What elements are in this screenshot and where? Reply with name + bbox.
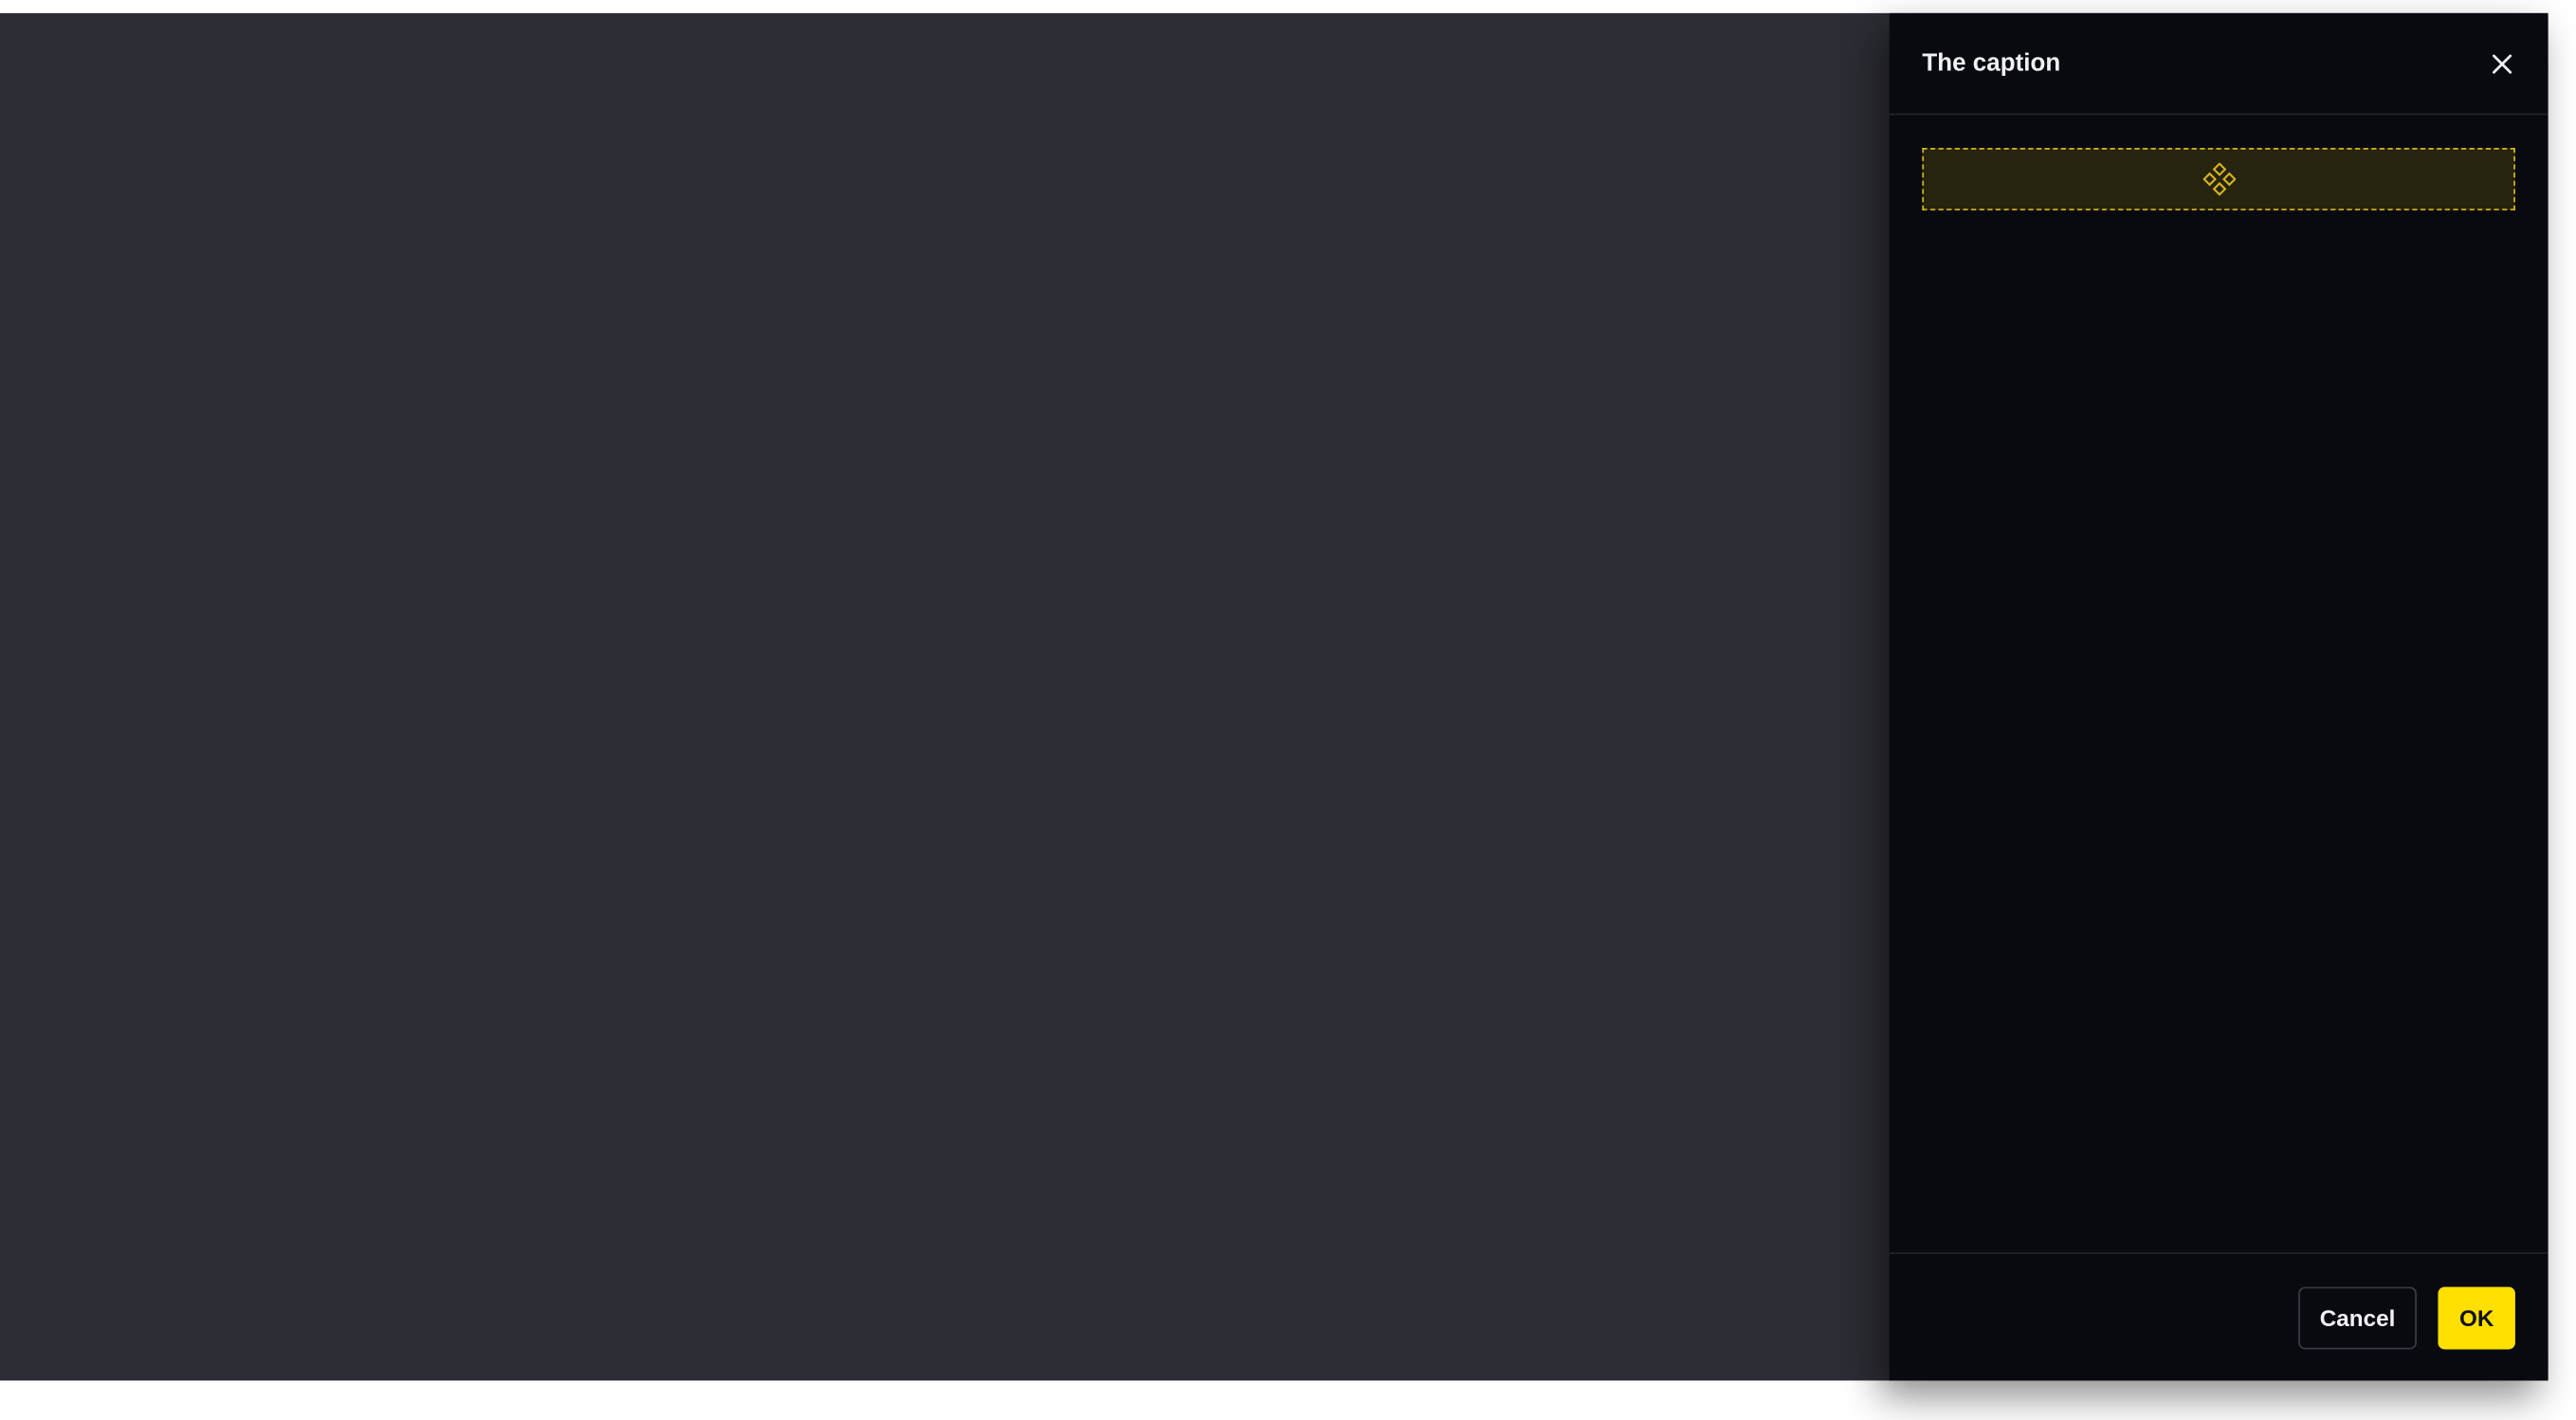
drawer-header: The caption: [1889, 13, 2549, 116]
side-drawer: The caption Cancel OK: [1889, 12, 2549, 1381]
drawer-title: The caption: [1922, 49, 2061, 78]
diamond-components-icon: [2201, 162, 2236, 196]
close-icon: [2493, 54, 2512, 74]
stage: The caption Cancel OK: [0, 0, 2576, 1420]
component-drop-zone[interactable]: [1922, 148, 2515, 210]
cancel-button[interactable]: Cancel: [2298, 1285, 2417, 1349]
drawer-footer: Cancel OK: [1889, 1252, 2549, 1380]
ok-button[interactable]: OK: [2438, 1285, 2515, 1349]
close-button[interactable]: [2482, 45, 2522, 84]
drawer-body: [1890, 115, 2549, 1252]
